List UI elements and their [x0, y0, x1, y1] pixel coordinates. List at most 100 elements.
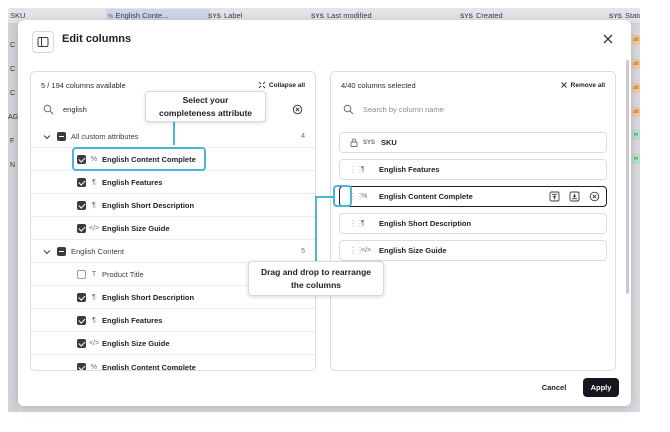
remove-column-icon[interactable]: [589, 191, 600, 202]
item-label: English Short Description: [102, 293, 195, 302]
list-item[interactable]: </> English Size Guide: [31, 218, 315, 240]
list-item[interactable]: ¶ English Features: [31, 310, 315, 332]
drag-drop-tooltip: Drag and drop to rearrange the columns: [248, 261, 384, 296]
paragraph-icon: ¶: [92, 202, 96, 209]
code-icon: </>: [89, 340, 100, 347]
list-item[interactable]: ¶ English Features: [31, 172, 315, 194]
sys-badge: SYS: [363, 139, 376, 146]
code-icon: </>: [89, 225, 100, 232]
checkbox[interactable]: [77, 224, 86, 233]
tooltip-line: the columns: [290, 280, 342, 290]
item-label: English Size Guide: [102, 339, 170, 348]
column-header-sku[interactable]: SKU: [10, 11, 25, 20]
checkbox[interactable]: [77, 293, 86, 302]
apply-button[interactable]: Apply: [583, 378, 619, 397]
attribute-highlight: [72, 147, 206, 171]
tooltip-line: Drag and drop to rearrange: [260, 267, 372, 277]
checkbox[interactable]: [77, 339, 86, 348]
columns-icon: [32, 31, 54, 53]
row-letter: N: [10, 162, 16, 169]
selected-column-item[interactable]: ⋮⋮ ¶ English Features: [339, 159, 607, 180]
status-badge: aft: [632, 59, 640, 69]
collapse-all-label: Collapse all: [268, 81, 305, 89]
remove-all-label: Remove all: [570, 81, 605, 89]
status-badge: aft: [632, 107, 640, 117]
search-placeholder: Search by column name: [363, 105, 444, 114]
group-checkbox[interactable]: [57, 247, 66, 256]
collapse-icon: [258, 81, 266, 89]
paragraph-icon: ¶: [92, 294, 96, 301]
drag-handle-highlight: [333, 185, 352, 207]
paragraph-icon: ¶: [92, 317, 96, 324]
item-label: English Size Guide: [102, 224, 170, 233]
checkbox[interactable]: [77, 270, 86, 279]
code-icon: </>: [361, 247, 372, 254]
search-value: english: [63, 105, 87, 114]
selected-column-item[interactable]: ⋮⋮ % English Content Complete: [339, 186, 607, 207]
search-icon: [43, 104, 54, 115]
column-header-status[interactable]: SYSStatu: [609, 11, 640, 20]
item-label: English Features: [102, 178, 163, 187]
tooltip-line: completeness attribute: [158, 108, 253, 118]
column-label: English Short Description: [379, 219, 472, 228]
item-label: English Short Description: [102, 201, 195, 210]
collapse-all-button[interactable]: Collapse all: [258, 81, 305, 89]
search-icon: [343, 104, 354, 115]
tooltip-connector: [315, 196, 333, 198]
cancel-button[interactable]: Cancel: [532, 378, 576, 397]
lock-icon: [350, 138, 358, 147]
row-letter: C: [10, 66, 16, 73]
checkbox[interactable]: [77, 178, 86, 187]
checkbox[interactable]: [77, 201, 86, 210]
chevron-down-icon[interactable]: [43, 248, 51, 256]
status-badge: m: [632, 154, 640, 164]
column-label: SKU: [381, 138, 397, 147]
selected-column-item[interactable]: ⋮⋮ </> English Size Guide: [339, 240, 607, 261]
row-letter: C: [10, 42, 16, 49]
text-icon: T: [91, 271, 97, 278]
checkbox[interactable]: [77, 316, 86, 325]
close-icon[interactable]: [601, 32, 615, 46]
group-checkbox[interactable]: [57, 132, 66, 141]
group-count: 5: [301, 248, 305, 255]
modal-scrollbar[interactable]: [626, 60, 629, 294]
column-label: English Features: [379, 165, 440, 174]
paragraph-icon: ¶: [361, 220, 365, 227]
list-item[interactable]: % English Content Complete: [31, 356, 315, 371]
edit-columns-modal: Edit columns 5 / 194 columns available C…: [18, 20, 631, 406]
row-letter: C: [10, 90, 16, 97]
column-search-input[interactable]: Search by column name: [341, 102, 605, 118]
percent-icon: %: [361, 193, 368, 200]
move-to-top-icon[interactable]: [549, 191, 560, 202]
tooltip-connector: [173, 121, 175, 145]
selected-column-item[interactable]: ⋮⋮ ¶ English Short Description: [339, 213, 607, 234]
column-header-created[interactable]: SYS Created: [460, 11, 503, 20]
selected-count: 4/40 columns selected: [341, 81, 416, 90]
status-badge: aft: [632, 83, 640, 93]
status-badge: m: [632, 130, 640, 140]
item-label: English Features: [102, 316, 163, 325]
clear-search-icon[interactable]: [292, 104, 303, 115]
chevron-down-icon[interactable]: [43, 133, 51, 141]
row-actions: [549, 191, 600, 202]
column-header-english-content[interactable]: % English Conte...: [108, 11, 168, 20]
item-label: English Content Complete: [102, 362, 196, 371]
move-to-bottom-icon[interactable]: [569, 191, 580, 202]
list-item[interactable]: ¶ English Short Description: [31, 195, 315, 217]
group-header-english-content[interactable]: English Content 5: [31, 241, 315, 263]
remove-all-button[interactable]: Remove all: [560, 81, 605, 89]
paragraph-icon: ¶: [92, 179, 96, 186]
percent-icon: %: [90, 363, 98, 371]
row-gutter: C C C AG F N: [8, 24, 18, 412]
available-count: 5 / 194 columns available: [41, 81, 126, 90]
selected-column-sku: SYS SKU: [339, 132, 607, 153]
column-header-last-modified[interactable]: SYS Last modified: [311, 11, 372, 20]
column-label: English Content Complete: [379, 192, 473, 201]
modal-title: Edit columns: [62, 33, 132, 45]
checkbox[interactable]: [77, 362, 86, 370]
list-item[interactable]: </> English Size Guide: [31, 333, 315, 355]
select-attribute-tooltip: Select your completeness attribute: [145, 91, 266, 122]
row-letter: AG: [8, 114, 19, 121]
column-header-label[interactable]: SYS Label: [208, 11, 242, 20]
row-letter: F: [10, 138, 15, 145]
